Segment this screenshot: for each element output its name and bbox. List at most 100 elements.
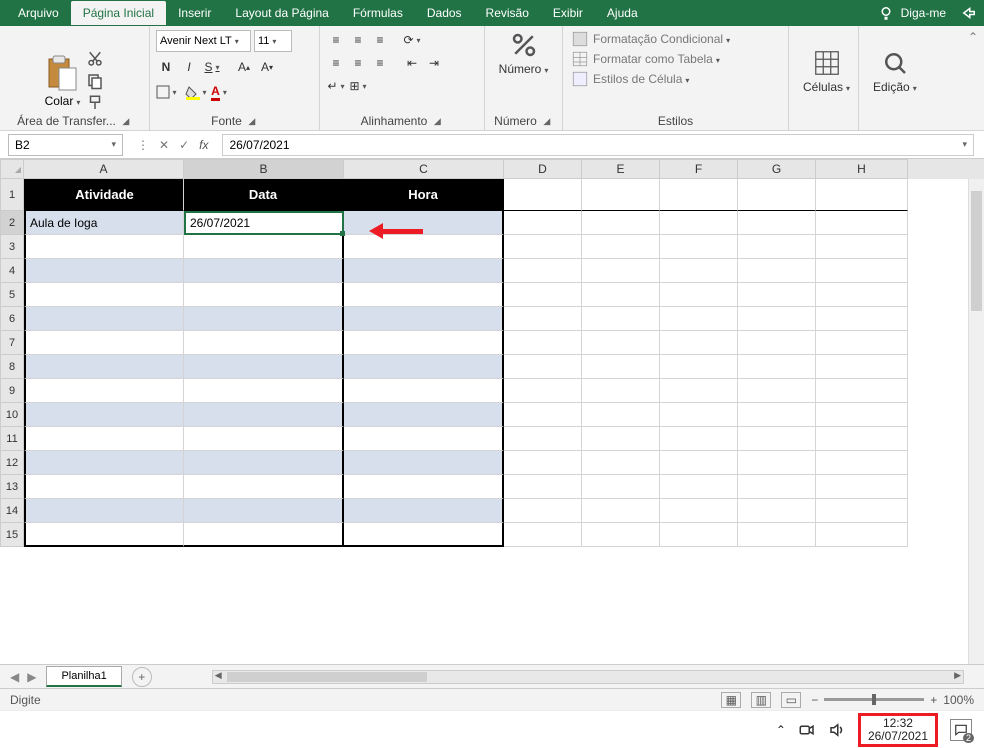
zoom-out-icon[interactable]: − bbox=[811, 693, 818, 707]
cell[interactable] bbox=[24, 355, 184, 379]
cell[interactable] bbox=[738, 307, 816, 331]
cell[interactable] bbox=[24, 403, 184, 427]
cell[interactable] bbox=[582, 403, 660, 427]
cell[interactable] bbox=[504, 403, 582, 427]
vscroll-thumb[interactable] bbox=[971, 191, 982, 311]
col-header-f[interactable]: F bbox=[660, 159, 738, 179]
cell[interactable] bbox=[344, 379, 504, 403]
col-header-a[interactable]: A bbox=[24, 159, 184, 179]
format-painter-icon[interactable] bbox=[86, 94, 104, 112]
cell[interactable] bbox=[184, 523, 344, 547]
cell[interactable]: Aula de Ioga bbox=[24, 211, 184, 235]
cell[interactable] bbox=[504, 259, 582, 283]
row-header[interactable]: 13 bbox=[0, 475, 24, 499]
cut-icon[interactable] bbox=[86, 50, 104, 68]
cell[interactable] bbox=[660, 475, 738, 499]
cell[interactable] bbox=[816, 355, 908, 379]
cell[interactable] bbox=[344, 499, 504, 523]
cell[interactable] bbox=[582, 355, 660, 379]
cell[interactable] bbox=[184, 379, 344, 403]
row-header[interactable]: 9 bbox=[0, 379, 24, 403]
cell[interactable] bbox=[344, 523, 504, 547]
format-as-table-button[interactable]: Formatar como Tabela bbox=[571, 50, 720, 68]
tab-home[interactable]: Página Inicial bbox=[71, 1, 166, 25]
cell[interactable] bbox=[816, 403, 908, 427]
hscroll-thumb[interactable] bbox=[227, 672, 427, 682]
orientation-icon[interactable]: ⟳ bbox=[402, 30, 422, 50]
accept-formula-icon[interactable]: ✓ bbox=[179, 138, 189, 152]
cell[interactable] bbox=[24, 475, 184, 499]
cell[interactable] bbox=[184, 451, 344, 475]
cell[interactable] bbox=[504, 451, 582, 475]
decrease-font-icon[interactable]: A▾ bbox=[257, 57, 277, 77]
cell[interactable] bbox=[184, 475, 344, 499]
row-header[interactable]: 6 bbox=[0, 307, 24, 331]
cell[interactable] bbox=[816, 499, 908, 523]
cell[interactable] bbox=[738, 259, 816, 283]
cell[interactable] bbox=[184, 331, 344, 355]
cell[interactable] bbox=[504, 307, 582, 331]
font-name-combo[interactable]: Avenir Next LT bbox=[156, 30, 251, 52]
cell[interactable] bbox=[504, 523, 582, 547]
cell[interactable] bbox=[184, 307, 344, 331]
cell[interactable] bbox=[344, 331, 504, 355]
cell[interactable] bbox=[24, 523, 184, 547]
tab-nav-last-icon[interactable]: ▶ bbox=[27, 670, 36, 684]
page-layout-view-icon[interactable]: ▥ bbox=[751, 692, 771, 708]
cell[interactable] bbox=[816, 331, 908, 355]
increase-font-icon[interactable]: A▴ bbox=[234, 57, 254, 77]
cell[interactable] bbox=[504, 179, 582, 211]
cell[interactable] bbox=[582, 331, 660, 355]
row-header[interactable]: 7 bbox=[0, 331, 24, 355]
zoom-slider[interactable] bbox=[824, 698, 924, 701]
editing-button[interactable]: Edição bbox=[865, 48, 925, 94]
horizontal-scrollbar[interactable] bbox=[212, 670, 964, 684]
cell[interactable] bbox=[582, 523, 660, 547]
cell[interactable] bbox=[816, 283, 908, 307]
cell[interactable] bbox=[344, 259, 504, 283]
zoom-in-icon[interactable]: + bbox=[930, 693, 937, 707]
cell[interactable] bbox=[24, 451, 184, 475]
cell[interactable] bbox=[184, 427, 344, 451]
tab-view[interactable]: Exibir bbox=[541, 1, 595, 25]
row-header[interactable]: 15 bbox=[0, 523, 24, 547]
row-header[interactable]: 12 bbox=[0, 451, 24, 475]
row-header[interactable]: 4 bbox=[0, 259, 24, 283]
cell[interactable] bbox=[660, 179, 738, 211]
cell[interactable] bbox=[344, 451, 504, 475]
cell[interactable] bbox=[660, 307, 738, 331]
cell[interactable]: Hora bbox=[344, 179, 504, 211]
cell[interactable] bbox=[344, 283, 504, 307]
cell[interactable] bbox=[816, 451, 908, 475]
row-header[interactable]: 5 bbox=[0, 283, 24, 307]
cell[interactable] bbox=[24, 235, 184, 259]
cell[interactable] bbox=[344, 307, 504, 331]
cell[interactable] bbox=[504, 331, 582, 355]
cell[interactable]: Data bbox=[184, 179, 344, 211]
copy-icon[interactable] bbox=[86, 72, 104, 90]
cell[interactable] bbox=[582, 235, 660, 259]
system-clock[interactable]: 12:32 26/07/2021 bbox=[858, 713, 938, 747]
normal-view-icon[interactable]: ▦ bbox=[721, 692, 741, 708]
cell[interactable] bbox=[816, 379, 908, 403]
cell[interactable] bbox=[184, 403, 344, 427]
cell[interactable] bbox=[816, 523, 908, 547]
cell[interactable] bbox=[24, 307, 184, 331]
cell[interactable] bbox=[24, 259, 184, 283]
tell-me-search[interactable]: Diga-me bbox=[869, 4, 954, 22]
merge-icon[interactable]: ⊞ bbox=[348, 76, 368, 96]
align-right-icon[interactable]: ≡ bbox=[370, 53, 390, 73]
font-color-button[interactable]: A bbox=[209, 82, 229, 102]
file-menu[interactable]: Arquivo bbox=[6, 1, 71, 25]
italic-button[interactable]: I bbox=[179, 57, 199, 77]
col-header-h[interactable]: H bbox=[816, 159, 908, 179]
cell[interactable] bbox=[504, 379, 582, 403]
cell[interactable] bbox=[504, 235, 582, 259]
conditional-formatting-button[interactable]: Formatação Condicional bbox=[571, 30, 730, 48]
sound-icon[interactable] bbox=[828, 721, 846, 739]
cell[interactable] bbox=[738, 475, 816, 499]
row-header[interactable]: 2 bbox=[0, 211, 24, 235]
collapse-ribbon-icon[interactable]: ⌃ bbox=[962, 26, 984, 130]
cell[interactable] bbox=[738, 211, 816, 235]
name-box[interactable]: B2 bbox=[8, 134, 123, 156]
